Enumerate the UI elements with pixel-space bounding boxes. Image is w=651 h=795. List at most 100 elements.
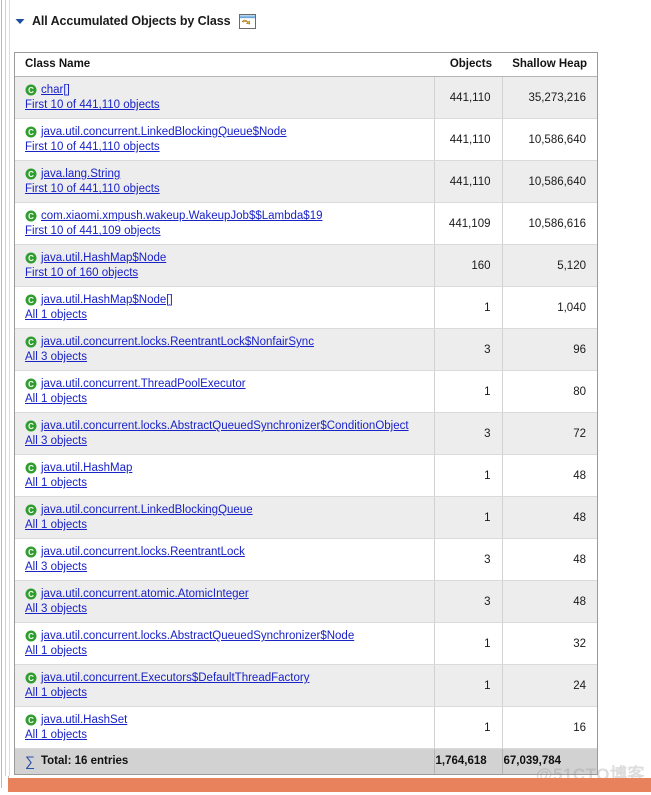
class-c-icon: C [25,210,37,222]
table-row[interactable]: Cjava.util.HashMap$Node First 10 of 160 o… [15,244,597,287]
table-row[interactable]: Cjava.util.HashMap All 1 objects 1 48 [15,454,597,497]
objects-subset-link[interactable]: All 3 objects [25,602,87,616]
table-row[interactable]: Cjava.util.concurrent.LinkedBlockingQueu… [15,496,597,539]
svg-text:C: C [28,716,34,725]
class-name-link[interactable]: com.xiaomi.xmpush.wakeup.WakeupJob$$Lamb… [41,209,322,223]
table-row[interactable]: Cjava.util.concurrent.Executors$DefaultT… [15,664,597,707]
class-c-icon: C [25,462,37,474]
cell-shallow-heap: 48 [501,580,597,623]
table-row[interactable]: Cjava.util.concurrent.locks.AbstractQueu… [15,622,597,665]
class-name-link[interactable]: java.util.concurrent.atomic.AtomicIntege… [41,587,249,601]
table-row[interactable]: Cjava.util.concurrent.ThreadPoolExecutor… [15,370,597,413]
table-row[interactable]: Cjava.util.HashSet All 1 objects 1 16 [15,706,597,749]
table-row[interactable]: Cjava.util.HashMap$Node[] All 1 objects 1 1… [15,286,597,329]
svg-text:C: C [28,254,34,263]
svg-text:C: C [28,632,34,641]
class-name-link[interactable]: java.util.concurrent.locks.ReentrantLock… [41,335,314,349]
class-name-link[interactable]: java.lang.String [41,167,120,181]
cell-objects: 3 [433,328,502,371]
cell-class-name: Cjava.util.concurrent.LinkedBlockingQueu… [15,118,434,161]
objects-table-container[interactable]: Class Name Objects Shallow Heap Cchar[] F… [14,52,598,775]
column-header-shallow-heap[interactable]: Shallow Heap [502,53,597,77]
class-name-link[interactable]: java.util.concurrent.LinkedBlockingQueue… [41,125,287,139]
objects-subset-link[interactable]: First 10 of 160 objects [25,266,138,280]
objects-subset-link[interactable]: All 1 objects [25,308,87,322]
chevron-down-icon[interactable] [14,15,26,27]
class-name-link[interactable]: java.util.concurrent.LinkedBlockingQueue [41,503,253,517]
cell-shallow-heap: 5,120 [501,244,597,287]
objects-subset-link[interactable]: All 1 objects [25,728,87,742]
table-row[interactable]: Cjava.util.concurrent.locks.AbstractQueu… [15,412,597,455]
objects-subset-link[interactable]: First 10 of 441,109 objects [25,224,161,238]
table-row[interactable]: Ccom.xiaomi.xmpush.wakeup.WakeupJob$$Lam… [15,202,597,245]
cell-shallow-heap: 48 [501,538,597,581]
objects-subset-link[interactable]: All 1 objects [25,518,87,532]
class-c-icon: C [25,672,37,684]
cell-objects: 441,109 [433,202,502,245]
class-name-link[interactable]: char[] [41,83,70,97]
cell-class-name: Cjava.util.concurrent.ThreadPoolExecutor… [15,370,434,413]
cell-objects: 3 [433,580,502,623]
objects-subset-link[interactable]: All 1 objects [25,644,87,658]
objects-subset-link[interactable]: All 3 objects [25,560,87,574]
cell-objects: 1 [433,286,502,329]
table-row[interactable]: Cjava.lang.String First 10 of 441,110 obj… [15,160,597,203]
cell-shallow-heap: 72 [501,412,597,455]
cell-objects: 441,110 [433,76,502,119]
class-name-link[interactable]: java.util.concurrent.ThreadPoolExecutor [41,377,246,391]
objects-subset-link[interactable]: All 1 objects [25,686,87,700]
objects-subset-link[interactable]: First 10 of 441,110 objects [25,140,160,154]
table-footer: ∑ Total: 16 entries 1,764,618 67,039,784 [15,748,597,774]
objects-subset-link[interactable]: First 10 of 441,110 objects [25,182,160,196]
objects-subset-link[interactable]: All 3 objects [25,350,87,364]
class-name-link[interactable]: java.util.HashSet [41,713,127,727]
cell-objects: 160 [433,244,502,287]
class-c-icon: C [25,378,37,390]
table-row[interactable]: Cjava.util.concurrent.atomic.AtomicInteg… [15,580,597,623]
cell-class-name: Cjava.util.HashSet All 1 objects [15,706,434,749]
class-c-icon: C [25,588,37,600]
cell-objects: 1 [433,622,502,665]
cell-objects: 441,110 [433,160,502,203]
cell-shallow-heap: 24 [501,664,597,707]
cell-objects: 1 [433,454,502,497]
cell-shallow-heap: 1,040 [501,286,597,329]
objects-subset-link[interactable]: All 1 objects [25,476,87,490]
class-c-icon: C [25,294,37,306]
window-left-chrome [0,0,12,795]
accumulated-objects-table: Class Name Objects Shallow Heap Cchar[] F… [15,53,597,774]
class-c-icon: C [25,168,37,180]
class-name-link[interactable]: java.util.HashMap [41,461,132,475]
open-view-window-icon[interactable] [238,13,256,29]
class-name-link[interactable]: java.util.HashMap$Node [41,251,166,265]
svg-text:C: C [28,86,34,95]
page-title: All Accumulated Objects by Class [32,14,231,28]
cell-shallow-heap: 10,586,640 [501,160,597,203]
class-c-icon: C [25,630,37,642]
cell-class-name: Cjava.util.concurrent.locks.AbstractQueu… [15,622,434,665]
class-name-link[interactable]: java.util.concurrent.locks.AbstractQueue… [41,419,409,433]
cell-shallow-heap: 48 [501,496,597,539]
total-row: ∑ Total: 16 entries 1,764,618 67,039,784 [15,748,597,774]
cell-objects: 1 [433,664,502,707]
cell-shallow-heap: 32 [501,622,597,665]
objects-subset-link[interactable]: All 1 objects [25,392,87,406]
table-row[interactable]: Cjava.util.concurrent.LinkedBlockingQueu… [15,118,597,161]
table-row[interactable]: Cjava.util.concurrent.locks.ReentrantLoc… [15,328,597,371]
svg-text:C: C [28,674,34,683]
class-c-icon: C [25,84,37,96]
class-name-link[interactable]: java.util.HashMap$Node[] [41,293,173,307]
objects-subset-link[interactable]: First 10 of 441,110 objects [25,98,160,112]
cell-objects: 1 [433,370,502,413]
class-name-link[interactable]: java.util.concurrent.locks.ReentrantLock [41,545,245,559]
svg-text:C: C [28,464,34,473]
column-header-class-name[interactable]: Class Name [15,53,434,77]
table-row[interactable]: Cchar[] First 10 of 441,110 objects 441,11… [15,76,597,119]
table-row[interactable]: Cjava.util.concurrent.locks.ReentrantLoc… [15,538,597,581]
objects-subset-link[interactable]: All 3 objects [25,434,87,448]
cell-class-name: Cjava.util.concurrent.Executors$DefaultT… [15,664,434,707]
class-name-link[interactable]: java.util.concurrent.Executors$DefaultTh… [41,671,309,685]
total-label: Total: 16 entries [40,755,129,768]
column-header-objects[interactable]: Objects [434,53,502,77]
class-name-link[interactable]: java.util.concurrent.locks.AbstractQueue… [41,629,354,643]
